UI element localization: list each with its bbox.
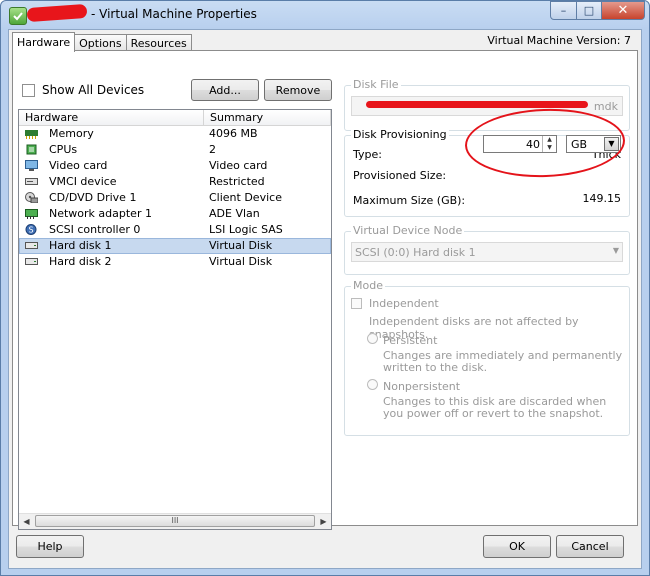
mode-title: Mode (351, 279, 385, 292)
virtual-device-node-select[interactable]: SCSI (0:0) Hard disk 1 ▼ (351, 242, 623, 262)
scsi-controller-icon: S (25, 224, 38, 235)
hardware-list-header: Hardware Summary (19, 110, 331, 126)
hardware-name: VMCI device (49, 175, 117, 188)
virtual-device-node-title: Virtual Device Node (351, 224, 465, 237)
help-button[interactable]: Help (16, 535, 84, 558)
cd-drive-icon (25, 192, 39, 204)
vsphere-app-icon (9, 7, 27, 25)
add-button[interactable]: Add... (191, 79, 259, 101)
hardware-name: Video card (49, 159, 108, 172)
redacted-vm-name (26, 3, 88, 23)
properties-window: - Virtual Machine Properties – □ ✕ Hardw… (0, 0, 650, 576)
cpu-icon (25, 144, 38, 155)
column-header-hardware[interactable]: Hardware (19, 110, 204, 125)
vm-version-label: Virtual Machine Version: 7 (487, 34, 631, 47)
column-header-summary[interactable]: Summary (204, 110, 331, 125)
maximize-button[interactable]: □ (576, 1, 602, 20)
minimize-button[interactable]: – (550, 1, 577, 20)
redacted-disk-path (366, 101, 588, 108)
hardware-name: Network adapter 1 (49, 207, 152, 220)
hardware-row-scsi-controller[interactable]: S SCSI controller 0 LSI Logic SAS (19, 222, 331, 238)
hardware-summary: 4096 MB (209, 127, 258, 140)
scroll-left-arrow-icon[interactable]: ◀ (19, 514, 34, 529)
ok-button[interactable]: OK (483, 535, 551, 558)
persistent-description: Changes are immediately and permanently … (383, 349, 623, 374)
window-title: - Virtual Machine Properties (91, 7, 257, 21)
hardware-row-memory[interactable]: Memory 4096 MB (19, 126, 331, 142)
hardware-summary: Video card (209, 159, 268, 172)
maximum-size-value: 149.15 (582, 192, 622, 205)
device-icon (25, 176, 38, 187)
hardware-row-cd-dvd-drive[interactable]: CD/DVD Drive 1 Client Device (19, 190, 331, 206)
nonpersistent-description: Changes to this disk are discarded when … (383, 395, 607, 420)
memory-icon (25, 128, 38, 139)
hardware-row-video-card[interactable]: Video card Video card (19, 158, 331, 174)
hardware-row-vmci-device[interactable]: VMCI device Restricted (19, 174, 331, 190)
tab-strip: Hardware Options Resources (12, 32, 192, 52)
show-all-devices-checkbox[interactable] (22, 84, 35, 97)
hardware-summary: Virtual Disk (209, 239, 273, 252)
monitor-icon (25, 160, 38, 171)
nonpersistent-radio[interactable] (367, 379, 378, 390)
hardware-row-cpus[interactable]: CPUs 2 (19, 142, 331, 158)
hard-disk-icon (25, 256, 38, 267)
hardware-name: Memory (49, 127, 94, 140)
hardware-summary: Restricted (209, 175, 265, 188)
type-label: Type: (353, 148, 382, 161)
hardware-name: Hard disk 2 (49, 255, 112, 268)
disk-file-suffix: mdk (593, 100, 618, 113)
hardware-summary: LSI Logic SAS (209, 223, 283, 236)
close-button[interactable]: ✕ (601, 1, 645, 20)
scrollbar-thumb[interactable]: III (35, 515, 315, 527)
provisioned-size-label: Provisioned Size: (353, 169, 447, 182)
hardware-row-hard-disk-1[interactable]: Hard disk 1 Virtual Disk (19, 238, 331, 254)
hard-disk-icon (25, 240, 38, 251)
cancel-button[interactable]: Cancel (556, 535, 624, 558)
scrollbar-grip: III (171, 516, 179, 525)
persistent-radio[interactable] (367, 333, 378, 344)
hardware-list[interactable]: Hardware Summary Memory 4096 MB CPUs 2 V… (18, 109, 332, 530)
hardware-row-hard-disk-2[interactable]: Hard disk 2 Virtual Disk (19, 254, 331, 270)
svg-text:S: S (28, 226, 33, 235)
disk-file-title: Disk File (351, 78, 401, 91)
virtual-device-node-value: SCSI (0:0) Hard disk 1 (355, 246, 476, 259)
hardware-summary: 2 (209, 143, 216, 156)
tab-hardware[interactable]: Hardware (12, 32, 76, 52)
hardware-row-network-adapter[interactable]: Network adapter 1 ADE Vlan (19, 206, 331, 222)
persistent-label[interactable]: Persistent (383, 334, 437, 347)
independent-checkbox[interactable] (351, 298, 362, 309)
remove-button[interactable]: Remove (264, 79, 332, 101)
hardware-summary: ADE Vlan (209, 207, 260, 220)
title-bar[interactable]: - Virtual Machine Properties – □ ✕ (1, 1, 649, 29)
hardware-name: CD/DVD Drive 1 (49, 191, 137, 204)
virtual-device-node-group: Virtual Device Node SCSI (0:0) Hard disk… (344, 224, 630, 275)
scroll-right-arrow-icon[interactable]: ▶ (316, 514, 331, 529)
show-all-devices-label[interactable]: Show All Devices (42, 83, 144, 97)
dropdown-arrow-icon[interactable]: ▼ (613, 246, 619, 255)
disk-provisioning-title: Disk Provisioning (351, 128, 449, 141)
horizontal-scrollbar[interactable]: ◀ III ▶ (19, 513, 331, 529)
independent-label[interactable]: Independent (369, 297, 439, 310)
hardware-summary: Virtual Disk (209, 255, 273, 268)
mode-group: Mode Independent Independent disks are n… (344, 279, 630, 436)
maximum-size-label: Maximum Size (GB): (353, 194, 466, 207)
hardware-name: Hard disk 1 (49, 239, 112, 252)
hardware-name: SCSI controller 0 (49, 223, 141, 236)
nonpersistent-label[interactable]: Nonpersistent (383, 380, 460, 393)
network-adapter-icon (25, 208, 38, 219)
hardware-name: CPUs (49, 143, 78, 156)
hardware-summary: Client Device (209, 191, 282, 204)
